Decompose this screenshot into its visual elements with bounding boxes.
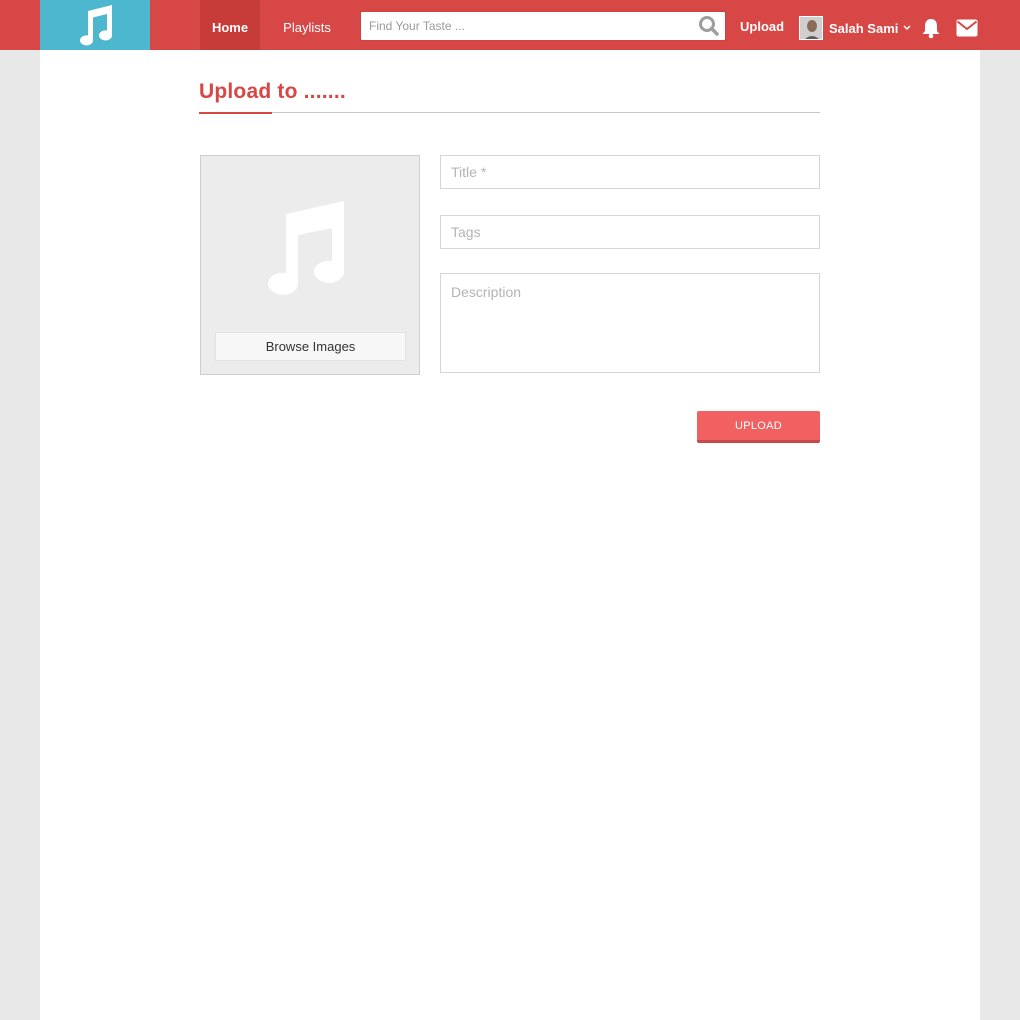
logo[interactable] [40,0,150,50]
description-field[interactable] [441,274,819,372]
search-button[interactable] [697,15,721,37]
title-accent-underline [199,112,272,114]
title-field[interactable] [441,156,819,188]
chevron-down-icon [903,25,911,31]
nav-playlists[interactable]: Playlists [272,0,342,50]
tags-field[interactable] [441,216,819,248]
bell-icon[interactable] [920,17,942,39]
top-navbar: Home Playlists Upload Salah Sami [0,0,1020,50]
upload-link[interactable]: Upload [740,0,784,50]
main-content: Upload to ....... Browse Images UPLOAD [40,50,980,1020]
browse-images-button[interactable]: Browse Images [215,332,406,361]
cover-image-panel: Browse Images [200,155,420,375]
title-divider [199,112,820,113]
music-note-icon [268,201,344,295]
search-input[interactable] [361,12,681,40]
page-title: Upload to ....... [199,80,346,103]
search-icon [699,16,719,36]
user-menu[interactable]: Salah Sami [799,16,911,40]
upload-button[interactable]: UPLOAD [697,411,820,443]
title-field-wrapper [440,155,820,189]
search-bar [360,11,726,41]
avatar [799,16,823,40]
description-field-wrapper [440,273,820,373]
music-note-icon [80,5,113,46]
user-name: Salah Sami [829,20,899,36]
nav-home[interactable]: Home [200,0,260,50]
envelope-icon[interactable] [956,19,978,37]
tags-field-wrapper [440,215,820,249]
